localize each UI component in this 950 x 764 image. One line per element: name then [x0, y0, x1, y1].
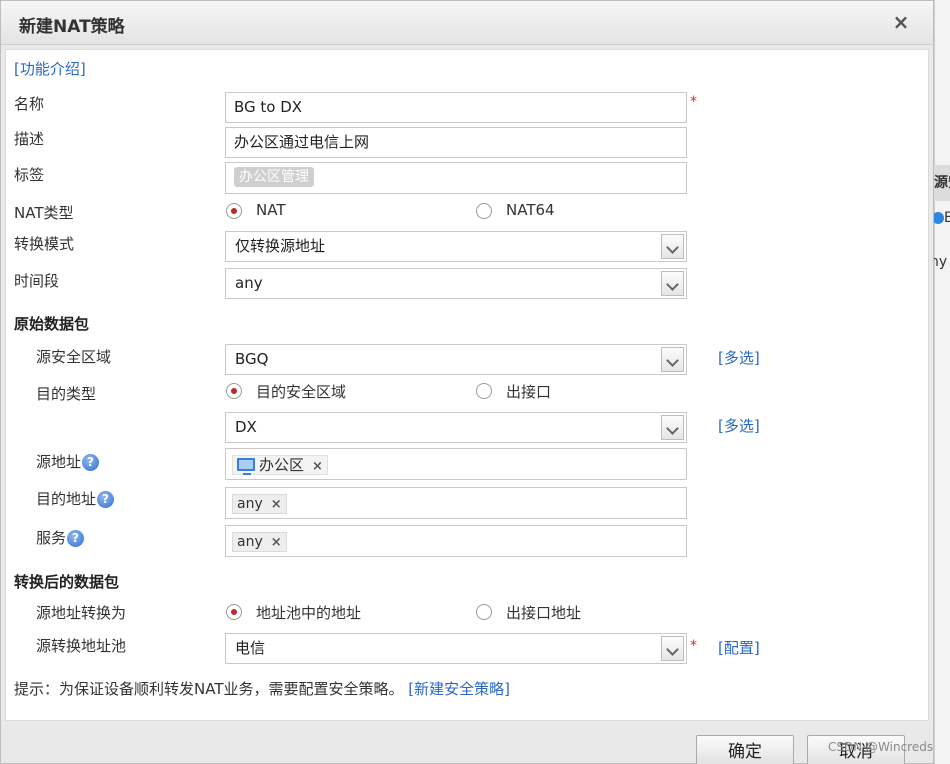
dst-zone-multi-select-link[interactable]: [多选]	[718, 415, 760, 436]
src-zone-select[interactable]: BGQ	[225, 344, 687, 375]
remove-chip-icon[interactable]: ×	[271, 534, 282, 552]
src-trans-option-interface: 出接口地址	[506, 604, 582, 622]
help-icon[interactable]: ?	[67, 530, 85, 547]
tag-chip: 办公区管理	[234, 167, 314, 187]
name-label: 名称	[14, 95, 45, 113]
ok-button[interactable]: 确定	[696, 735, 794, 764]
dst-addr-input[interactable]: any ×	[225, 487, 687, 519]
nat-type-radio-nat64[interactable]	[476, 203, 492, 219]
remove-chip-icon[interactable]: ×	[271, 496, 282, 514]
src-trans-radio-pool[interactable]	[226, 604, 242, 620]
computer-icon	[237, 457, 255, 475]
dst-type-option-interface: 出接口	[506, 383, 552, 401]
pool-value: 电信	[235, 639, 266, 657]
dst-type-radio-zone[interactable]	[226, 383, 242, 399]
pool-select[interactable]: 电信	[225, 633, 687, 664]
src-addr-chip: 办公区 ×	[232, 455, 328, 475]
new-security-policy-link[interactable]: [新建安全策略]	[408, 680, 510, 698]
chevron-down-icon[interactable]	[661, 234, 684, 259]
original-packet-section-title: 原始数据包	[14, 315, 90, 333]
help-icon[interactable]: ?	[97, 491, 115, 508]
src-trans-radio-interface[interactable]	[476, 604, 492, 620]
mode-select[interactable]: 仅转换源地址	[225, 231, 687, 262]
close-icon[interactable]: ×	[888, 9, 914, 35]
zone-icon	[934, 212, 944, 224]
intro-link[interactable]: [功能介绍]	[14, 58, 86, 79]
name-required-mark: *	[690, 94, 697, 110]
hint-text: 提示：为保证设备顺利转发NAT业务，需要配置安全策略。 [新建安全策略]	[14, 680, 510, 698]
service-chip: any ×	[232, 532, 287, 552]
src-zone-label: 源安全区域	[36, 348, 112, 366]
help-icon[interactable]: ?	[82, 454, 100, 471]
mode-label: 转换模式	[14, 235, 75, 253]
time-select[interactable]: any	[225, 268, 687, 299]
watermark: CSDN @Wincreds	[828, 740, 934, 754]
nat-type-option-nat: NAT	[256, 201, 286, 219]
src-addr-label: 源地址?	[36, 451, 100, 472]
chevron-down-icon[interactable]	[661, 636, 684, 661]
background-column-header: 源安	[934, 165, 950, 201]
dialog-content: [功能介绍] 名称 BG to DX * 描述 办公区通过电信上网 标签 办公区…	[5, 49, 929, 721]
mode-select-value: 仅转换源地址	[235, 237, 326, 255]
translated-packet-section-title: 转换后的数据包	[14, 573, 120, 591]
chevron-down-icon[interactable]	[661, 415, 684, 440]
dst-addr-label: 目的地址?	[36, 488, 115, 509]
src-zone-multi-select-link[interactable]: [多选]	[718, 347, 760, 368]
dst-zone-value: DX	[235, 418, 257, 436]
src-zone-value: BGQ	[235, 350, 269, 368]
nat-type-label: NAT类型	[14, 204, 74, 222]
description-label: 描述	[14, 130, 45, 148]
dst-zone-select[interactable]: DX	[225, 412, 687, 443]
src-addr-input[interactable]: 办公区 ×	[225, 448, 687, 480]
pool-required-mark: *	[690, 638, 697, 654]
nat-type-option-nat64: NAT64	[506, 201, 555, 219]
chevron-down-icon[interactable]	[661, 271, 684, 296]
src-trans-label: 源地址转换为	[36, 604, 127, 622]
service-input[interactable]: any ×	[225, 525, 687, 557]
time-label: 时间段	[14, 272, 60, 290]
tag-input[interactable]: 办公区管理	[225, 162, 687, 194]
dst-type-radio-interface[interactable]	[476, 383, 492, 399]
background-strip	[934, 0, 950, 764]
dst-type-label: 目的类型	[36, 385, 97, 403]
description-input[interactable]: 办公区通过电信上网	[225, 127, 687, 158]
dialog-title-bar: 新建NAT策略 ×	[1, 1, 933, 45]
pool-config-link[interactable]: [配置]	[718, 637, 760, 658]
dialog-title: 新建NAT策略	[19, 17, 125, 37]
pool-label: 源转换地址池	[36, 637, 127, 655]
src-trans-option-pool: 地址池中的地址	[256, 604, 362, 622]
remove-chip-icon[interactable]: ×	[312, 458, 323, 476]
tag-label: 标签	[14, 166, 45, 184]
new-nat-policy-dialog: 新建NAT策略 × [功能介绍] 名称 BG to DX * 描述 办公区通过电…	[0, 0, 934, 764]
nat-type-radio-nat[interactable]	[226, 203, 242, 219]
chevron-down-icon[interactable]	[661, 347, 684, 372]
service-label: 服务?	[36, 527, 85, 548]
background-row-1: B	[934, 210, 950, 238]
name-input[interactable]: BG to DX	[225, 92, 687, 123]
dst-addr-chip: any ×	[232, 494, 287, 514]
time-select-value: any	[235, 274, 263, 292]
dst-type-option-zone: 目的安全区域	[256, 383, 347, 401]
